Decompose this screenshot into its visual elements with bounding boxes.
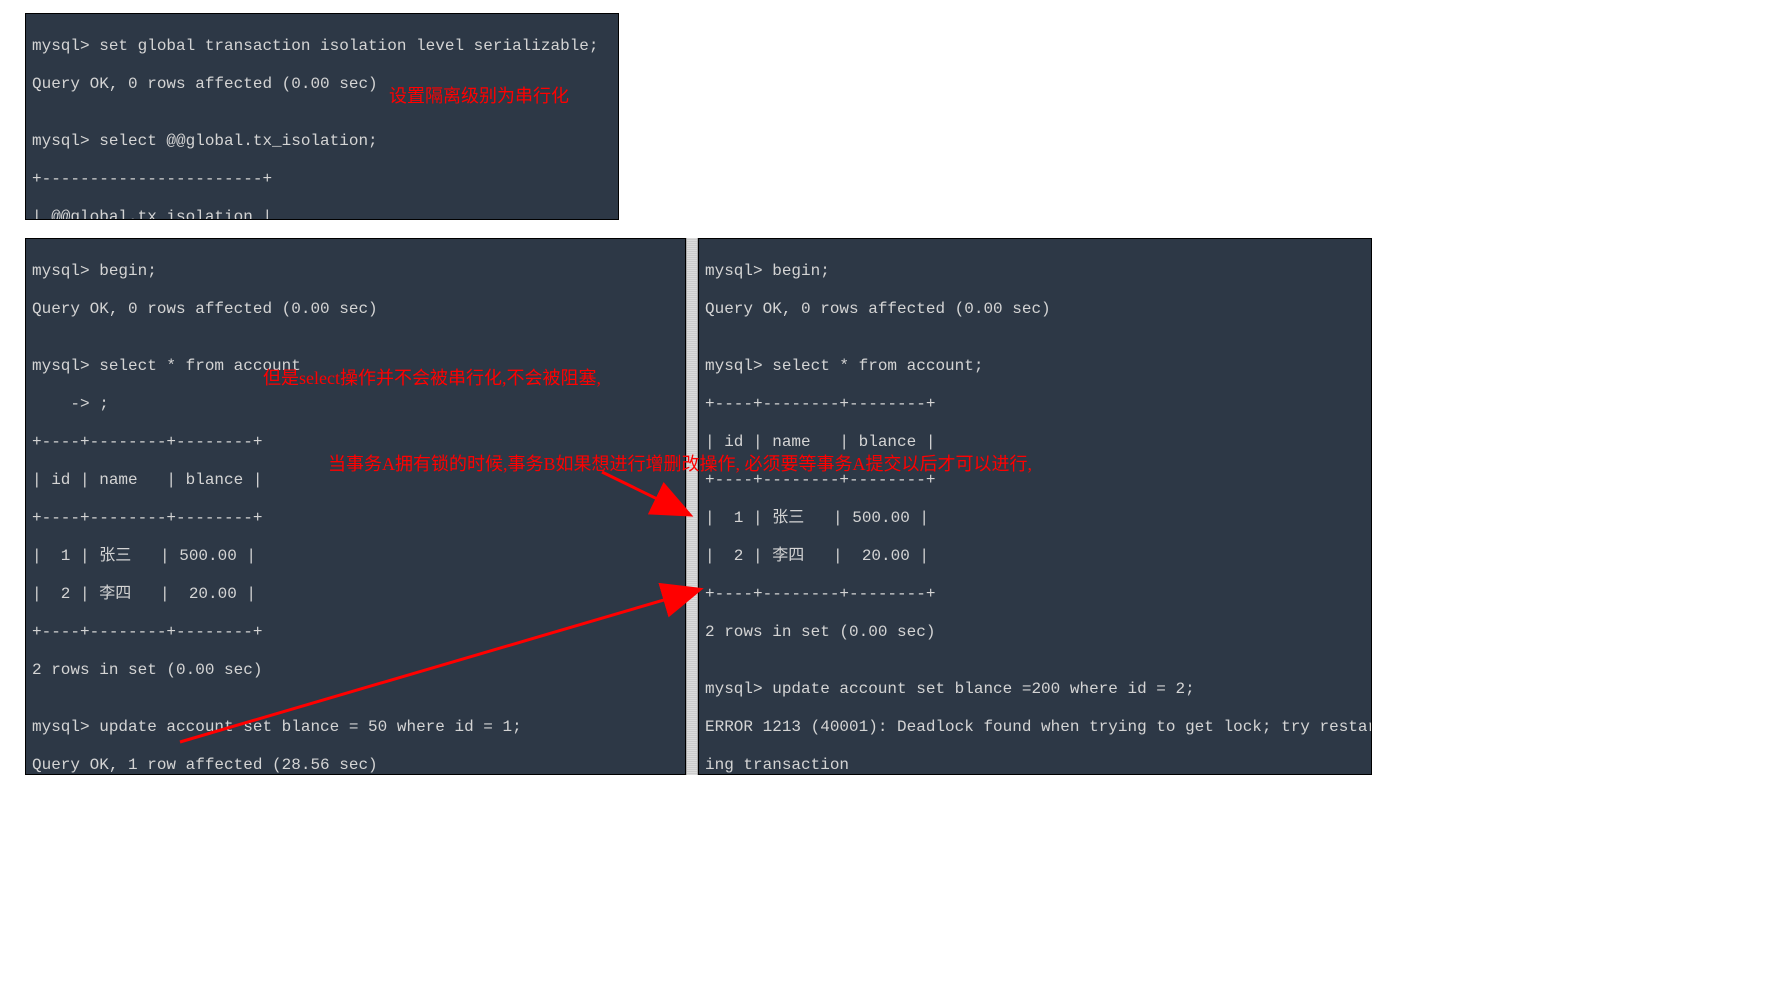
terminal-top[interactable]: mysql> set global transaction isolation …: [25, 13, 619, 220]
terminal-line: mysql> set global transaction isolation …: [32, 37, 612, 56]
terminal-line: | 1 | 张三 | 500.00 |: [32, 547, 679, 566]
annotation-select-not-blocked: 但是select操作并不会被串行化,不会被阻塞,: [263, 364, 601, 390]
terminal-line: Query OK, 0 rows affected (0.00 sec): [32, 300, 679, 319]
terminal-line: | 2 | 李四 | 20.00 |: [32, 585, 679, 604]
terminal-line: mysql> begin;: [705, 262, 1365, 281]
terminal-right[interactable]: mysql> begin; Query OK, 0 rows affected …: [698, 238, 1372, 775]
terminal-line: -> ;: [32, 395, 679, 414]
terminal-line: Query OK, 1 row affected (28.56 sec): [32, 756, 679, 775]
terminal-line: | @@global.tx_isolation |: [32, 208, 612, 220]
terminal-line: +----+--------+--------+: [32, 623, 679, 642]
terminal-line: ing transaction: [705, 756, 1365, 775]
annotation-wait-for-commit: 当事务A拥有锁的时候,事务B如果想进行增删改操作, 必须要等事务A提交以后才可以…: [328, 450, 1032, 476]
terminal-line: +----+--------+--------+: [32, 509, 679, 528]
terminal-line: +----+--------+--------+: [705, 395, 1365, 414]
terminal-line: | 1 | 张三 | 500.00 |: [705, 509, 1365, 528]
terminal-line: | 2 | 李四 | 20.00 |: [705, 547, 1365, 566]
terminal-line: mysql> update account set blance = 50 wh…: [32, 718, 679, 737]
terminal-line: +-----------------------+: [32, 170, 612, 189]
terminal-line: 2 rows in set (0.00 sec): [705, 623, 1365, 642]
terminal-line: 2 rows in set (0.00 sec): [32, 661, 679, 680]
terminal-line: mysql> update account set blance =200 wh…: [705, 680, 1365, 699]
pane-divider[interactable]: [686, 238, 698, 775]
terminal-line: ERROR 1213 (40001): Deadlock found when …: [705, 718, 1365, 737]
terminal-line: mysql> select @@global.tx_isolation;: [32, 132, 612, 151]
terminal-line: +----+--------+--------+: [705, 585, 1365, 604]
terminal-line: Query OK, 0 rows affected (0.00 sec): [705, 300, 1365, 319]
terminal-line: mysql> select * from account;: [705, 357, 1365, 376]
terminal-line: mysql> begin;: [32, 262, 679, 281]
annotation-set-isolation: 设置隔离级别为串行化: [389, 82, 569, 108]
terminal-left[interactable]: mysql> begin; Query OK, 0 rows affected …: [25, 238, 686, 775]
